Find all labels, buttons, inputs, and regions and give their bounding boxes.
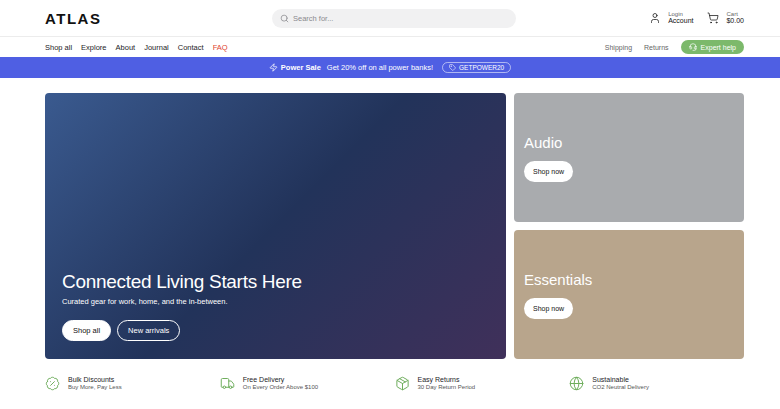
- tag-icon: [449, 64, 456, 71]
- category-card[interactable]: AudioShop now: [514, 93, 744, 222]
- feature-item: Bulk DiscountsBuy More, Pay Less: [45, 375, 220, 392]
- feature-item: SustainableCO2 Neutral Delivery: [569, 375, 744, 392]
- cart-link[interactable]: Cart$0.00: [707, 11, 744, 26]
- nav-bar: Shop all Explore About Journal Contact FAQ Shi…: [0, 37, 780, 57]
- hero-button[interactable]: New arrivals: [117, 320, 180, 341]
- cart-icon: [707, 12, 719, 24]
- category-card[interactable]: EssentialsShop now: [514, 230, 744, 359]
- promo-banner: Power SaleGet 20% off on all power banks…: [0, 57, 780, 78]
- lightning-icon: [269, 63, 278, 72]
- shop-now-button[interactable]: Shop now: [524, 161, 573, 182]
- nav-link[interactable]: About: [116, 43, 136, 52]
- utility-link[interactable]: Shipping: [605, 44, 632, 51]
- box-icon: [395, 376, 410, 391]
- headset-icon: [689, 43, 697, 51]
- user-icon: [649, 12, 661, 24]
- account-link[interactable]: LoginAccount: [649, 11, 693, 26]
- nav-link[interactable]: Journal: [144, 43, 169, 52]
- page: ATLASSearch for... LoginAccount Cart$0.00 S…: [0, 0, 780, 409]
- hero: Connected Living Starts HereCurated gear…: [45, 93, 744, 359]
- logo[interactable]: ATLAS: [45, 10, 272, 27]
- nav-link[interactable]: FAQ: [213, 43, 228, 52]
- hero-card: Connected Living Starts HereCurated gear…: [45, 93, 506, 359]
- nav-link[interactable]: Explore: [81, 43, 106, 52]
- search-field[interactable]: Search for...: [272, 9, 516, 28]
- globe-icon: [569, 376, 584, 391]
- expert-help-button[interactable]: Expert help: [681, 40, 744, 54]
- feature-item: Free DeliveryOn Every Order Above $100: [220, 375, 395, 392]
- nav-link[interactable]: Contact: [178, 43, 204, 52]
- features-row: Bulk DiscountsBuy More, Pay LessFree Del…: [45, 375, 744, 392]
- promo-code[interactable]: GETPOWER20: [442, 62, 511, 73]
- discount-icon: [45, 376, 60, 391]
- top-bar: ATLASSearch for... LoginAccount Cart$0.00: [0, 0, 780, 37]
- feature-item: Easy Returns30 Day Return Period: [395, 375, 570, 392]
- hero-button[interactable]: Shop all: [62, 320, 111, 341]
- utility-link[interactable]: Returns: [644, 44, 669, 51]
- search-icon: [280, 14, 289, 23]
- shop-now-button[interactable]: Shop now: [524, 298, 573, 319]
- truck-icon: [220, 376, 235, 391]
- nav-link[interactable]: Shop all: [45, 43, 72, 52]
